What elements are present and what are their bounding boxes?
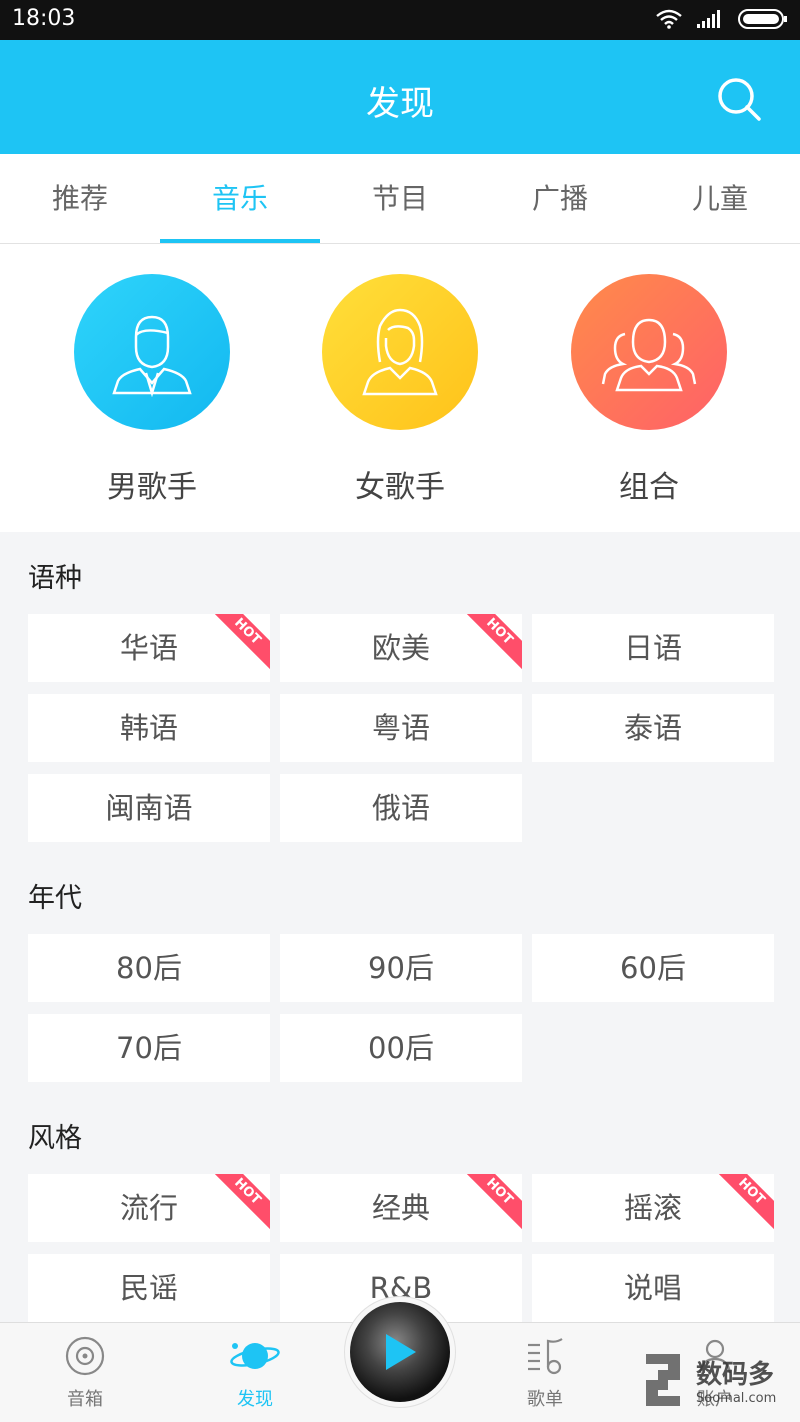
tag-eyu[interactable]: 俄语 [280, 774, 522, 842]
tag-label: 说唱 [623, 1271, 682, 1305]
artist-categories: 男歌手 女歌手 组合 [0, 244, 800, 532]
tag-label: 00后 [368, 1031, 434, 1065]
tag-oumei[interactable]: 欧美 HOT [280, 614, 522, 682]
tag-90s[interactable]: 90后 [280, 934, 522, 1002]
group-button[interactable]: 组合 [549, 274, 749, 506]
tag-hanyu[interactable]: 韩语 [28, 694, 270, 762]
tag-label: 流行 [119, 1191, 178, 1225]
nav-playlist[interactable]: 歌单 [490, 1335, 600, 1411]
tag-huayu[interactable]: 华语 HOT [28, 614, 270, 682]
planet-icon [230, 1343, 280, 1369]
tag-label: 华语 [119, 631, 178, 665]
male-singer-button[interactable]: 男歌手 [52, 274, 252, 506]
male-singer-avatar [74, 274, 230, 430]
tab-radio[interactable]: 广播 [480, 154, 640, 243]
group-icon [601, 318, 697, 392]
playlist-icon [528, 1338, 563, 1375]
signal-icon [697, 10, 720, 28]
now-playing-button[interactable] [344, 1296, 456, 1408]
tag-label: 泰语 [623, 711, 682, 745]
watermark: 数码多 Soomal.com [638, 1350, 776, 1410]
tag-80s[interactable]: 80后 [28, 934, 270, 1002]
section-title-era: 年代 [28, 883, 82, 914]
hot-badge: HOT [208, 1174, 270, 1231]
battery-icon [738, 9, 787, 29]
status-bar: 18:03 [0, 0, 800, 40]
tag-label: 欧美 [371, 631, 430, 665]
status-time: 18:03 [12, 6, 76, 31]
play-icon [386, 1334, 416, 1370]
hot-badge: HOT [460, 614, 522, 671]
tag-70s[interactable]: 70后 [28, 1014, 270, 1082]
male-singer-icon [112, 315, 192, 397]
tab-recommend[interactable]: 推荐 [0, 154, 160, 243]
group-avatar [571, 274, 727, 430]
female-singer-avatar [322, 274, 478, 430]
tab-kids[interactable]: 儿童 [640, 154, 800, 243]
tag-minnanyu[interactable]: 闽南语 [28, 774, 270, 842]
tag-label: 80后 [116, 951, 182, 985]
section-title-style: 风格 [28, 1123, 82, 1154]
hot-badge: HOT [208, 614, 270, 671]
tag-label: 韩语 [119, 711, 178, 745]
hot-badge: HOT [712, 1174, 774, 1231]
tag-rap[interactable]: 说唱 [532, 1254, 774, 1322]
tag-label: 70后 [116, 1031, 182, 1065]
tag-label: 60后 [620, 951, 686, 985]
tag-taiyu[interactable]: 泰语 [532, 694, 774, 762]
tag-label: 俄语 [371, 791, 430, 825]
tab-music[interactable]: 音乐 [160, 154, 320, 243]
watermark-brand-cn: 数码多 [696, 1360, 775, 1390]
tag-label: 日语 [623, 631, 682, 665]
tag-label: 摇滚 [623, 1191, 682, 1225]
category-tabs: 推荐 音乐 节目 广播 儿童 [0, 154, 800, 244]
tag-label: 粤语 [371, 711, 430, 745]
tag-00s[interactable]: 00后 [280, 1014, 522, 1082]
app-header: 发现 [0, 40, 800, 154]
tag-label: 90后 [368, 951, 434, 985]
tag-classic[interactable]: 经典 HOT [280, 1174, 522, 1242]
nav-label: 音箱 [67, 1389, 103, 1410]
watermark-brand-en: Soomal.com [696, 1391, 777, 1406]
tag-pop[interactable]: 流行 HOT [28, 1174, 270, 1242]
wifi-icon [656, 9, 682, 29]
tag-riyu[interactable]: 日语 [532, 614, 774, 682]
nav-label: 歌单 [527, 1389, 563, 1410]
tag-60s[interactable]: 60后 [532, 934, 774, 1002]
tag-folk[interactable]: 民谣 [28, 1254, 270, 1322]
male-singer-label: 男歌手 [107, 470, 197, 505]
status-icons [656, 8, 788, 30]
hot-badge: HOT [460, 1174, 522, 1231]
tag-yueyu[interactable]: 粤语 [280, 694, 522, 762]
soomal-logo-icon [646, 1354, 680, 1406]
speaker-icon [65, 1336, 105, 1376]
nav-label: 发现 [237, 1389, 273, 1410]
tag-rock[interactable]: 摇滚 HOT [532, 1174, 774, 1242]
tag-label: 闽南语 [105, 791, 193, 825]
female-singer-button[interactable]: 女歌手 [300, 274, 500, 506]
watermark-text: 数码多 Soomal.com [696, 1354, 776, 1406]
female-singer-label: 女歌手 [355, 470, 445, 505]
search-icon [718, 78, 761, 121]
nav-discover[interactable]: 发现 [200, 1335, 310, 1411]
tab-programs[interactable]: 节目 [320, 154, 480, 243]
section-title-language: 语种 [28, 563, 82, 594]
search-button[interactable] [716, 76, 762, 122]
group-label: 组合 [619, 470, 679, 505]
nav-speaker[interactable]: 音箱 [30, 1335, 140, 1411]
tag-label: 民谣 [119, 1271, 178, 1305]
page-title: 发现 [366, 84, 434, 124]
tag-label: 经典 [371, 1191, 430, 1225]
album-cover [350, 1302, 450, 1402]
female-singer-icon [362, 308, 438, 396]
